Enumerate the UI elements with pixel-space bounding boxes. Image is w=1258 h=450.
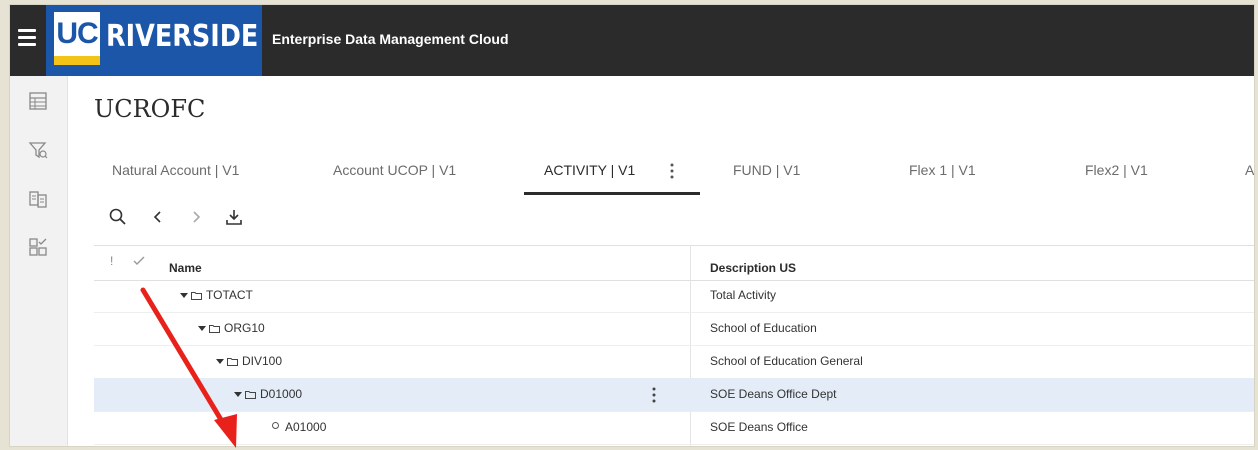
filter-icon[interactable] (27, 139, 49, 161)
leaf-node-icon (272, 422, 279, 430)
caret-down-icon[interactable] (198, 326, 206, 332)
caret-down-icon[interactable] (180, 293, 188, 299)
description-cell: SOE Deans Office (710, 420, 808, 434)
tab-natural-account[interactable]: Natural Account | V1 (112, 155, 239, 191)
row-kebab-icon[interactable] (652, 387, 656, 403)
hamburger-icon[interactable] (18, 29, 36, 51)
compare-icon[interactable] (27, 188, 49, 210)
chevron-right-icon[interactable] (186, 207, 206, 227)
table-row[interactable]: A01000 SOE Deans Office (94, 411, 1254, 445)
logo-gold-bar (54, 56, 100, 65)
column-description-us[interactable]: Description US (710, 261, 796, 275)
table-header: ! Name Description US (94, 245, 1254, 281)
description-cell: School of Education (710, 321, 817, 335)
tab-account-ucop[interactable]: Account UCOP | V1 (333, 155, 456, 191)
logo-wordmark: RIVERSIDE (106, 19, 259, 54)
tree-node-totact[interactable]: TOTACT (180, 279, 253, 312)
active-tab-indicator (524, 192, 700, 195)
tab-overflow[interactable]: A (1245, 155, 1254, 191)
check-all-icon[interactable] (132, 255, 146, 267)
brand-logo: UC RIVERSIDE (46, 5, 262, 76)
search-icon[interactable] (108, 207, 128, 227)
app-frame: UC RIVERSIDE Enterprise Data Management … (10, 5, 1254, 446)
logo-uc-mark: UC (54, 12, 100, 56)
table-row[interactable]: ORG10 School of Education (94, 312, 1254, 346)
tree-node-org10[interactable]: ORG10 (198, 312, 265, 345)
table-row[interactable]: TOTACT Total Activity (94, 279, 1254, 313)
column-flag[interactable]: ! (110, 254, 113, 268)
node-label: ORG10 (224, 321, 265, 335)
description-cell: School of Education General (710, 354, 863, 368)
tab-kebab-icon[interactable] (670, 163, 674, 179)
left-rail (10, 76, 68, 446)
table-row-selected[interactable]: D01000 SOE Deans Office Dept (94, 378, 1254, 412)
caret-down-icon[interactable] (234, 392, 242, 398)
node-label: TOTACT (206, 288, 253, 302)
table-row[interactable]: DIV100 School of Education General (94, 345, 1254, 379)
tab-flex2[interactable]: Flex2 | V1 (1085, 155, 1148, 191)
tab-flex-1[interactable]: Flex 1 | V1 (909, 155, 976, 191)
folder-icon (245, 391, 256, 400)
tree-node-a01000[interactable]: A01000 (272, 411, 326, 444)
folder-icon (227, 358, 238, 367)
app-header: UC RIVERSIDE Enterprise Data Management … (10, 5, 1254, 76)
tab-fund[interactable]: FUND | V1 (733, 155, 800, 191)
page-title: UCROFC (94, 95, 206, 123)
caret-down-icon[interactable] (216, 359, 224, 365)
node-label: A01000 (285, 420, 327, 434)
description-cell: SOE Deans Office Dept (710, 387, 837, 401)
checklist-icon[interactable] (27, 236, 49, 258)
folder-icon (209, 325, 220, 334)
table-view-icon[interactable] (27, 90, 49, 112)
node-label: DIV100 (242, 354, 283, 368)
app-title: Enterprise Data Management Cloud (272, 31, 509, 47)
column-name[interactable]: Name (169, 261, 202, 275)
chevron-left-icon[interactable] (148, 207, 168, 227)
tree-node-d01000[interactable]: D01000 (234, 378, 302, 411)
download-icon[interactable] (224, 207, 244, 227)
node-label: D01000 (260, 387, 303, 401)
tab-activity[interactable]: ACTIVITY | V1 (544, 155, 635, 191)
description-cell: Total Activity (710, 288, 777, 302)
tree-node-div100[interactable]: DIV100 (216, 345, 282, 378)
folder-icon (191, 292, 202, 301)
